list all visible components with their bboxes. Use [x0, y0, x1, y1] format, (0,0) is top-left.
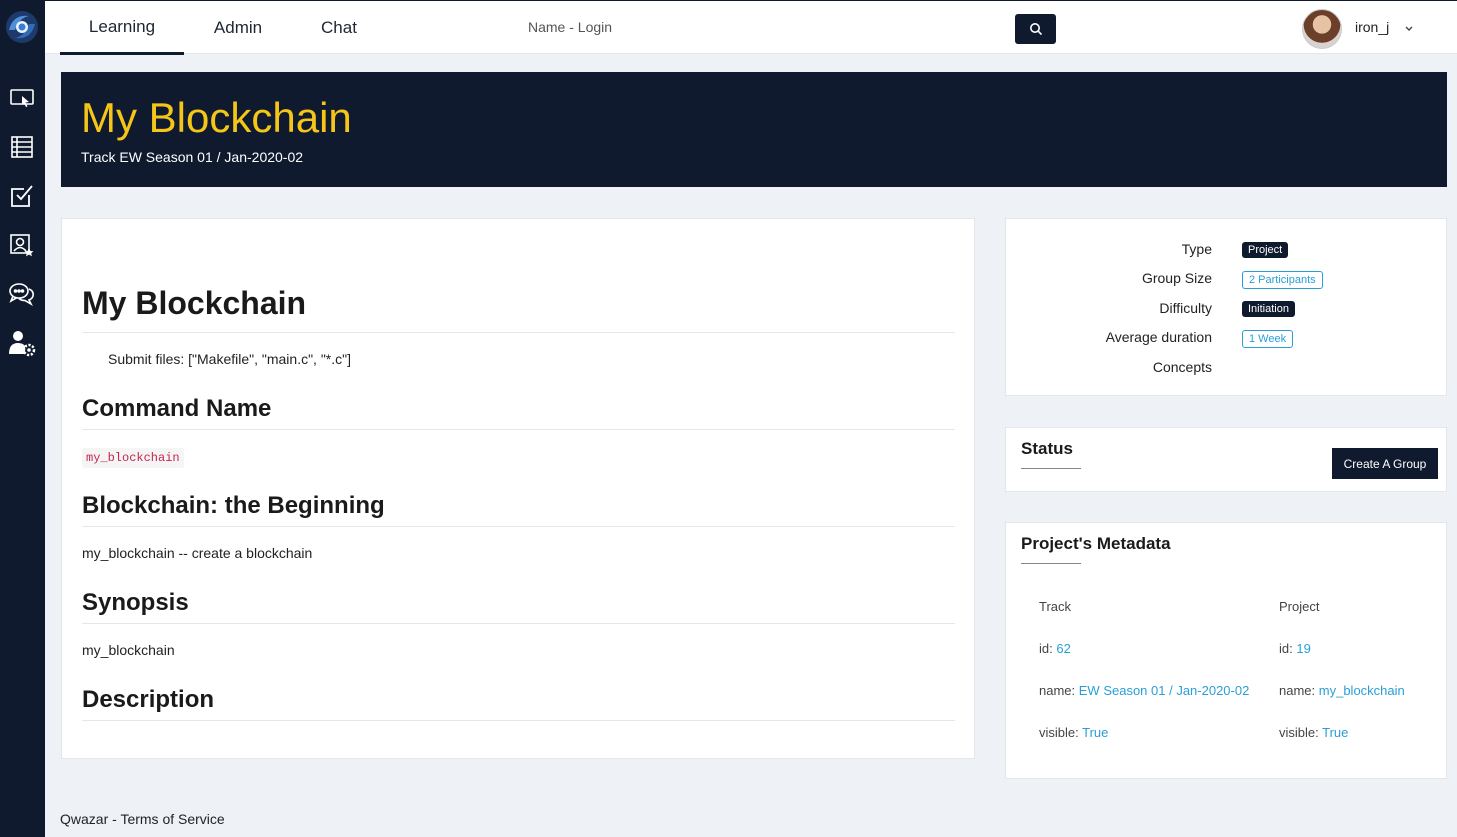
duration-badge: 1 Week	[1242, 330, 1294, 348]
metadata-title: Project's Metadata	[1021, 534, 1171, 553]
app-logo-icon[interactable]	[3, 8, 41, 46]
terms-of-service-link[interactable]: Terms of Service	[120, 811, 224, 827]
user-settings-icon[interactable]	[8, 329, 36, 357]
beginning-text: my_blockchain -- create a blockchain	[82, 545, 313, 561]
concepts-label: Concepts	[1152, 359, 1212, 375]
tab-chat[interactable]: Chat	[300, 1, 378, 55]
project-visible-label: visible:	[1279, 725, 1319, 740]
status-title: Status	[1021, 439, 1073, 458]
project-description-card: My Blockchain Submit files: ["Makefile",…	[61, 218, 975, 759]
username[interactable]: iron_j	[1355, 19, 1389, 35]
project-visible-row: visible: True	[1279, 725, 1348, 740]
title-underline	[1021, 468, 1081, 469]
project-heading: Project	[1279, 599, 1320, 614]
tab-chat-label: Chat	[321, 18, 357, 37]
banner-title: My Blockchain	[81, 94, 352, 141]
divider	[82, 429, 955, 430]
info-row-type: Type Project	[1006, 241, 1448, 261]
project-name-label: name:	[1279, 683, 1316, 698]
description-heading: Description	[82, 686, 215, 713]
track-visible-row: visible: True	[1039, 725, 1108, 740]
duration-label: Average duration	[1105, 329, 1212, 345]
track-heading: Track	[1039, 599, 1072, 614]
divider	[82, 720, 955, 721]
track-visible-label: visible:	[1039, 725, 1079, 740]
avatar[interactable]	[1302, 9, 1342, 49]
footer: Qwazar - Terms of Service	[60, 811, 225, 827]
difficulty-label: Difficulty	[1159, 300, 1212, 316]
project-id-label: id:	[1279, 641, 1293, 656]
track-visible-value[interactable]: True	[1082, 725, 1108, 740]
status-card: Status Create A Group	[1005, 427, 1447, 492]
chevron-down-icon[interactable]	[1402, 21, 1416, 35]
type-label: Type	[1181, 241, 1212, 257]
search-button[interactable]	[1015, 14, 1056, 44]
info-row-concepts: Concepts	[1006, 359, 1448, 379]
content-title: My Blockchain	[82, 285, 307, 321]
checkbox-icon[interactable]	[8, 182, 36, 210]
footer-brand: Qwazar	[60, 811, 109, 827]
divider	[82, 526, 955, 527]
project-visible-value[interactable]: True	[1322, 725, 1348, 740]
info-row-difficulty: Difficulty Initiation	[1006, 300, 1448, 320]
login-name-text[interactable]: Name - Login	[528, 19, 612, 35]
project-id-value[interactable]: 19	[1296, 641, 1310, 656]
tab-admin-label: Admin	[213, 18, 263, 37]
track-id-row: id: 62	[1039, 641, 1071, 656]
beginning-heading: Blockchain: the Beginning	[82, 492, 385, 519]
group-size-label: Group Size	[1141, 270, 1212, 286]
project-name-link[interactable]: my_blockchain	[1319, 683, 1405, 698]
tab-learning-label: Learning	[88, 16, 156, 36]
track-id-value[interactable]: 62	[1056, 641, 1070, 656]
chat-icon[interactable]	[8, 280, 36, 308]
command-code: my_blockchain	[82, 448, 184, 468]
project-info-card: Type Project Group Size 2 Participants D…	[1005, 218, 1447, 396]
sidebar	[0, 0, 45, 837]
tab-learning[interactable]: Learning	[60, 1, 184, 55]
type-badge: Project	[1242, 242, 1289, 258]
project-metadata-card: Project's Metadata Track id: 62 name: EW…	[1005, 522, 1447, 779]
track-name-label: name:	[1039, 683, 1076, 698]
top-navbar: Learning Admin Chat Name - Login iron_j	[45, 0, 1457, 55]
track-name-row: name: EW Season 01 / Jan-2020-02	[1039, 683, 1249, 698]
tab-admin[interactable]: Admin	[193, 1, 283, 55]
footer-separator: -	[108, 811, 121, 827]
list-icon[interactable]	[8, 133, 36, 161]
track-name-link[interactable]: EW Season 01 / Jan-2020-02	[1079, 683, 1250, 698]
difficulty-badge: Initiation	[1242, 301, 1295, 317]
user-star-icon[interactable]	[8, 231, 36, 259]
project-banner: My Blockchain Track EW Season 01 / Jan-2…	[61, 72, 1447, 187]
title-underline	[1021, 563, 1081, 564]
info-row-duration: Average duration 1 Week	[1006, 329, 1448, 349]
track-id-label: id:	[1039, 641, 1053, 656]
command-name-heading: Command Name	[82, 395, 272, 422]
submit-files-text: Submit files: ["Makefile", "main.c", "*.…	[108, 351, 351, 367]
synopsis-text: my_blockchain	[82, 642, 175, 658]
divider	[82, 332, 955, 333]
divider	[82, 623, 955, 624]
create-group-button[interactable]: Create A Group	[1332, 448, 1438, 479]
group-size-badge: 2 Participants	[1242, 271, 1323, 289]
banner-subtitle: Track EW Season 01 / Jan-2020-02	[81, 149, 304, 165]
project-name-row: name: my_blockchain	[1279, 683, 1405, 698]
search-icon	[1029, 23, 1042, 36]
info-row-group-size: Group Size 2 Participants	[1006, 270, 1448, 290]
screen-cursor-icon[interactable]	[8, 85, 36, 113]
project-id-row: id: 19	[1279, 641, 1311, 656]
synopsis-heading: Synopsis	[82, 589, 189, 616]
